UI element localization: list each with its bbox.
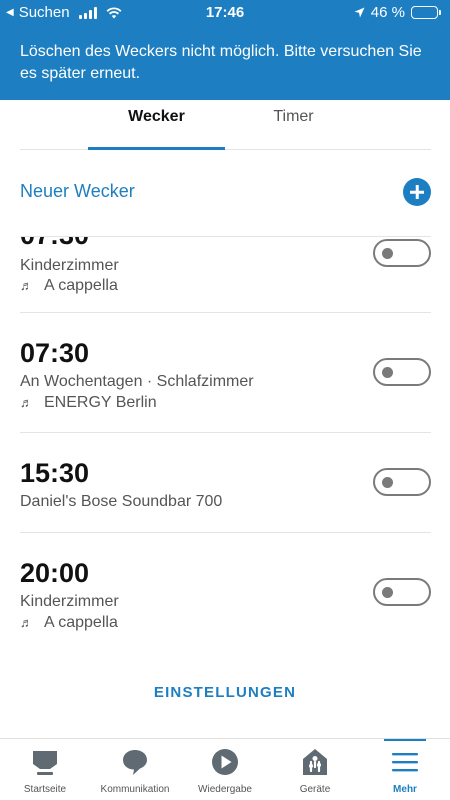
alarm-music: ♬ A cappella: [20, 613, 118, 633]
nav-wiedergabe[interactable]: Wiedergabe: [180, 739, 270, 800]
devices-icon: [303, 749, 327, 775]
alarm-row[interactable]: 15:30 Daniel's Bose Soundbar 700: [20, 433, 431, 533]
play-icon: [212, 749, 238, 775]
alarm-toggle[interactable]: [373, 239, 431, 267]
settings-link[interactable]: EINSTELLUNGEN: [0, 684, 450, 701]
menu-icon: [392, 753, 418, 772]
nav-label: Geräte: [299, 784, 331, 795]
alarm-toggle[interactable]: [373, 468, 431, 496]
nav-mehr[interactable]: Mehr: [360, 739, 450, 800]
nav-geraete[interactable]: Geräte: [270, 739, 360, 800]
toggle-knob: [382, 248, 393, 259]
alarm-row[interactable]: 20:00 Kinderzimmer ♬ A cappella: [20, 533, 431, 653]
music-note-icon: ♬: [20, 395, 33, 410]
bottom-nav: Startseite Kommunikation Wiedergabe Gerä…: [0, 738, 450, 800]
alarm-music-label: A cappella: [44, 614, 118, 631]
alarm-subtitle: Daniel's Bose Soundbar 700: [20, 493, 223, 510]
home-icon: [33, 751, 57, 775]
location-icon: [354, 7, 365, 18]
nav-label: Startseite: [23, 784, 67, 795]
alarm-music: ♬ ENERGY Berlin: [20, 393, 157, 413]
nav-label: Mehr: [393, 784, 417, 795]
alarm-time: 20:00: [20, 558, 90, 588]
alarm-time: 07:30: [20, 338, 90, 368]
alarm-row[interactable]: 07:30 Kinderzimmer ♬ A cappella: [20, 237, 431, 313]
alarm-toggle[interactable]: [373, 358, 431, 386]
nav-label: Wiedergabe: [198, 784, 252, 795]
status-bar: ◀ Suchen 17:46 46 %: [0, 0, 450, 25]
new-alarm-row[interactable]: Neuer Wecker: [20, 168, 431, 216]
alarm-music: ♬ A cappella: [20, 276, 118, 296]
alarm-time: 07:30: [20, 237, 89, 250]
alarm-toggle[interactable]: [373, 578, 431, 606]
new-alarm-label[interactable]: Neuer Wecker: [20, 181, 135, 202]
status-right: 46 %: [354, 4, 441, 21]
alarm-list: 07:30 Kinderzimmer ♬ A cappella 07:30 An…: [20, 236, 431, 654]
battery-percent: 46 %: [370, 4, 405, 21]
nav-kommunikation[interactable]: Kommunikation: [90, 739, 180, 800]
toggle-knob: [382, 587, 393, 598]
alarm-subtitle: An Wochentagen · Schlafzimmer: [20, 373, 254, 390]
alarm-row[interactable]: 07:30 An Wochentagen · Schlafzimmer ♬ EN…: [20, 313, 431, 433]
alarm-subtitle: Kinderzimmer: [20, 593, 119, 610]
alarm-subtitle: Kinderzimmer: [20, 257, 119, 274]
error-banner: Löschen des Weckers nicht möglich. Bitte…: [0, 25, 450, 100]
add-alarm-icon[interactable]: [403, 178, 431, 206]
alarm-music-label: A cappella: [44, 277, 118, 294]
alarm-time: 15:30: [20, 458, 90, 488]
toggle-knob: [382, 477, 393, 488]
toggle-knob: [382, 367, 393, 378]
tab-bar: Wecker Timer: [20, 100, 431, 150]
battery-icon: [411, 6, 441, 19]
alarms-screen: ◀ Suchen 17:46 46 % Löschen des Weckers …: [0, 0, 450, 800]
nav-startseite[interactable]: Startseite: [0, 739, 90, 800]
chat-bubble-icon: [123, 750, 147, 775]
tab-timer[interactable]: Timer: [225, 100, 362, 150]
alarm-music-label: ENERGY Berlin: [44, 394, 157, 411]
tab-wecker[interactable]: Wecker: [88, 100, 225, 150]
music-note-icon: ♬: [20, 278, 33, 293]
music-note-icon: ♬: [20, 615, 33, 630]
nav-label: Kommunikation: [100, 784, 170, 795]
